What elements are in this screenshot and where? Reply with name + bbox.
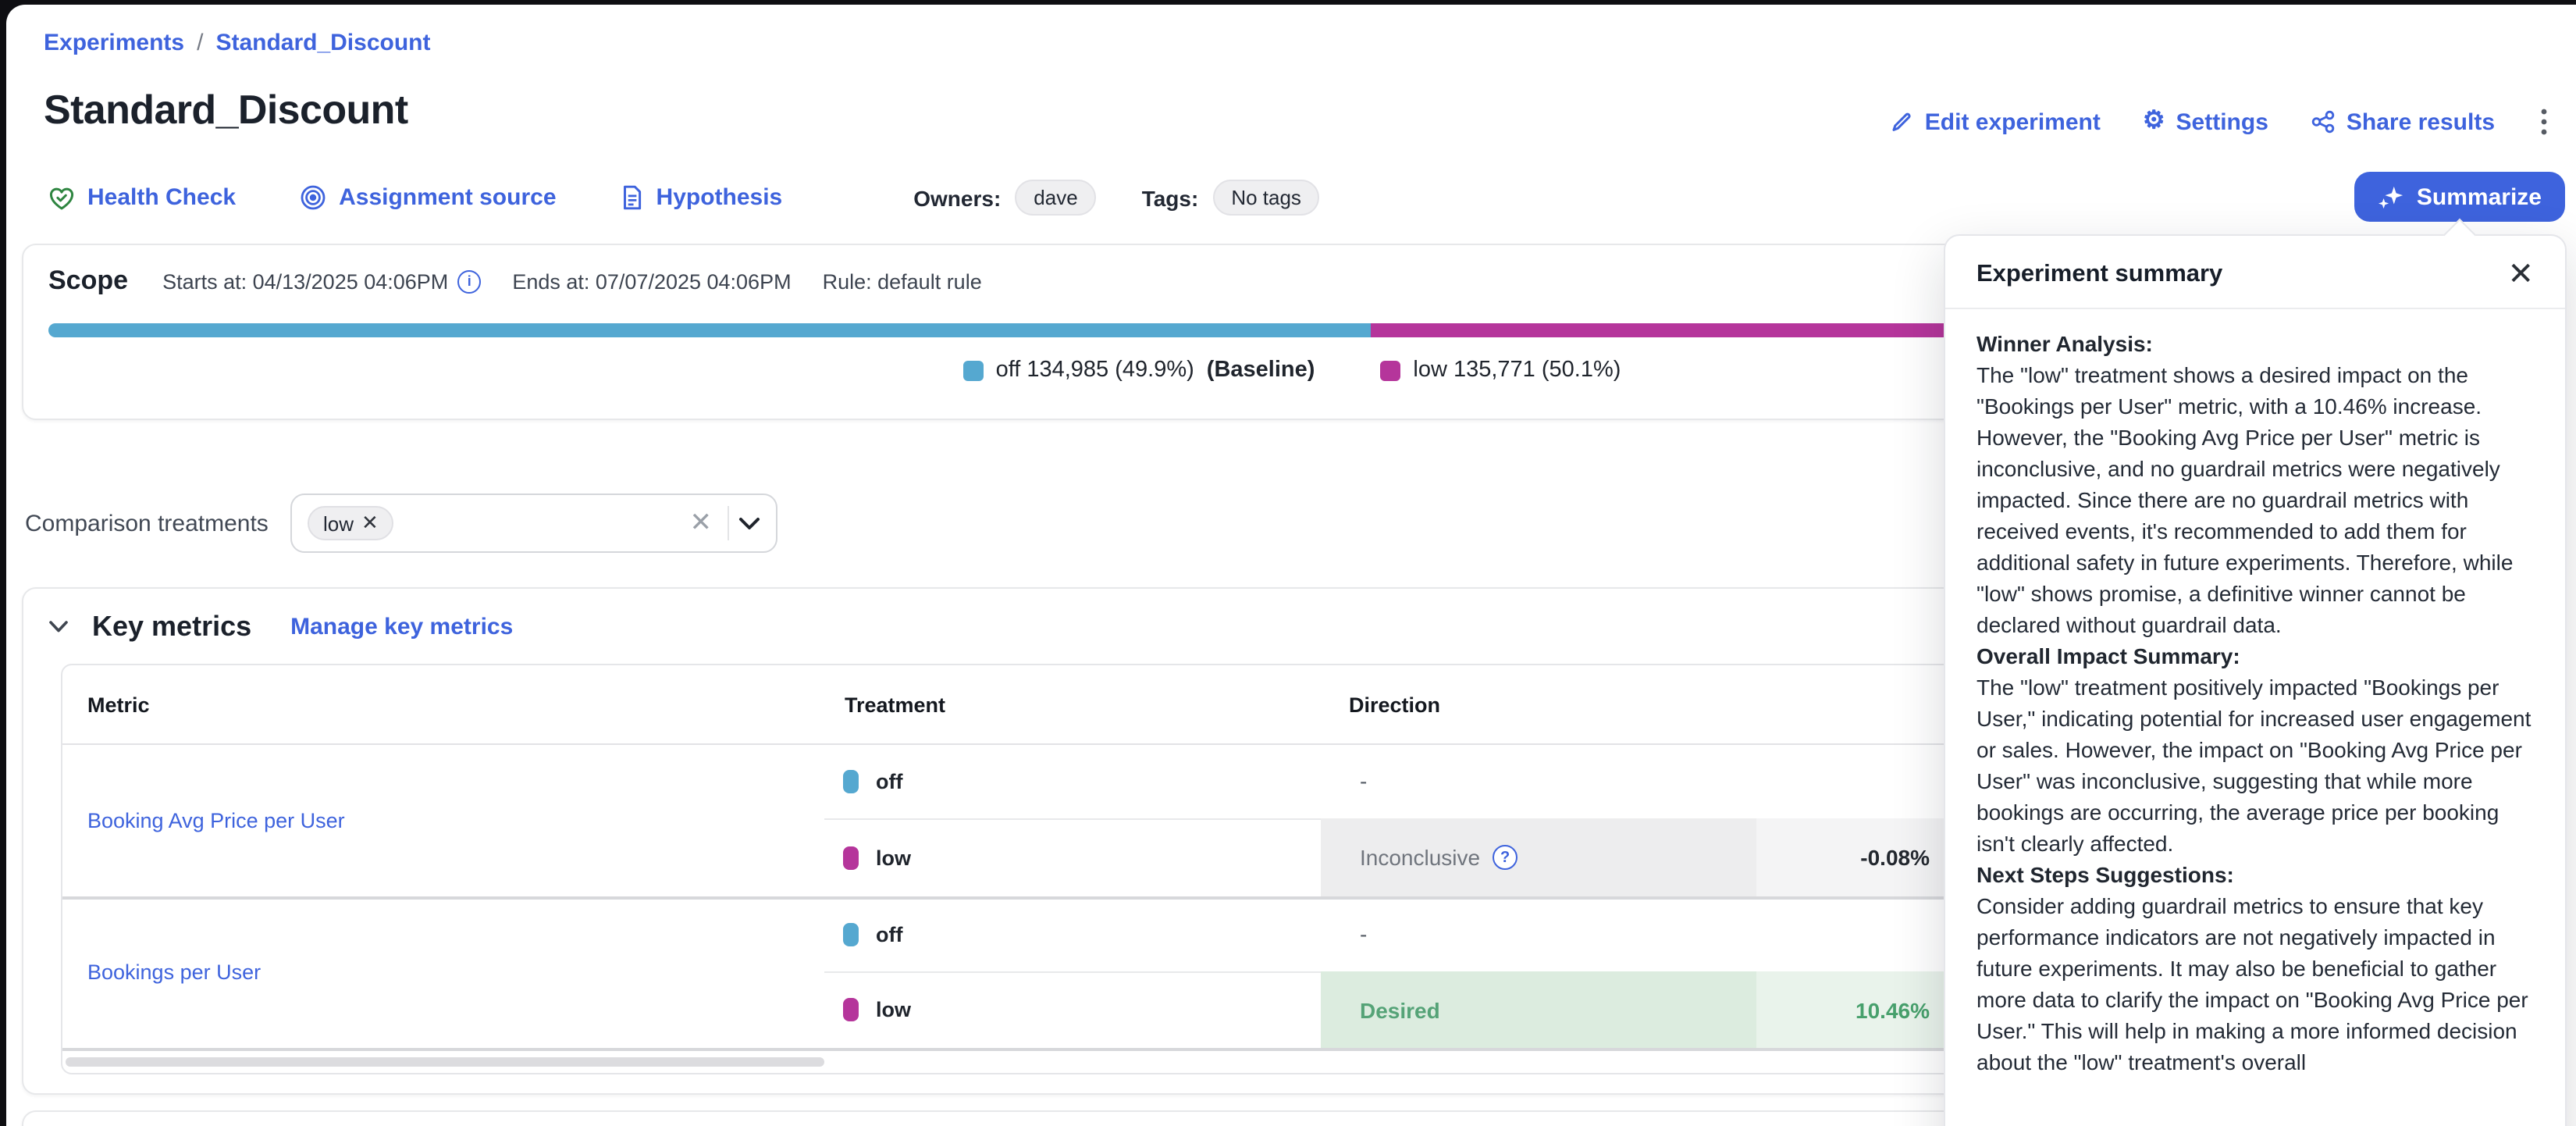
summary-section: Winner Analysis: The "low" treatment sho… — [1976, 328, 2534, 640]
column-header-treatment: Treatment — [845, 665, 945, 743]
owner-pill[interactable]: dave — [1015, 180, 1096, 216]
comparison-label: Comparison treatments — [25, 510, 290, 536]
split-segment-off — [48, 323, 1372, 337]
breadcrumb-separator: / — [197, 30, 203, 56]
experiment-summary-panel: Experiment summary ✕ Winner Analysis: Th… — [1944, 234, 2567, 1126]
scope-rule: Rule: default rule — [823, 269, 982, 293]
close-icon[interactable]: ✕ — [2507, 259, 2534, 290]
scope-title: Scope — [48, 265, 128, 297]
treatment-swatch-low — [843, 846, 859, 869]
lift-value: 10.46% — [1756, 971, 1944, 1048]
select-divider — [728, 506, 729, 540]
treatment-chip-low[interactable]: low ✕ — [308, 506, 394, 540]
owners-label: Owners: — [913, 185, 1001, 210]
summary-section: Overall Impact Summary: The "low" treatm… — [1976, 640, 2534, 859]
share-icon — [2311, 109, 2336, 134]
gear-icon: ⚙ — [2143, 109, 2165, 134]
lift-value: -0.08% — [1756, 818, 1944, 896]
summarize-button[interactable]: Summarize — [2354, 172, 2565, 222]
treatment-swatch-low — [843, 998, 859, 1021]
legend-item-low: low 135,771 (50.1%) — [1380, 358, 1621, 383]
horizontal-scrollbar[interactable] — [66, 1057, 824, 1067]
pencil-icon — [1889, 109, 1914, 134]
settings-button[interactable]: ⚙ Settings — [2143, 109, 2268, 135]
summary-text: Winner Analysis: The "low" treatment sho… — [1945, 309, 2565, 1096]
main-content: Experiments / Standard_Discount Standard… — [6, 5, 2576, 1126]
sparkles-icon — [2378, 184, 2404, 210]
health-check-link[interactable]: Health Check — [48, 184, 236, 211]
target-icon — [300, 184, 326, 211]
heart-check-icon — [48, 185, 75, 210]
panel-title: Experiment summary — [1976, 261, 2222, 289]
treatment-swatch-off — [843, 769, 859, 793]
meta-row: Health Check Assignment source Hypothesi… — [48, 180, 2311, 216]
breadcrumb: Experiments / Standard_Discount — [44, 30, 431, 56]
info-icon[interactable]: i — [457, 269, 481, 293]
metric-cell: Bookings per User — [62, 896, 824, 1048]
scope-ends: Ends at: 07/07/2025 04:06PM — [512, 269, 791, 293]
kebab-icon — [2540, 108, 2548, 136]
summary-section: Next Steps Suggestions: Consider adding … — [1976, 859, 2534, 1078]
scope-starts: Starts at: 04/13/2025 04:06PM i — [162, 269, 481, 293]
tags-pill[interactable]: No tags — [1212, 180, 1320, 216]
help-icon[interactable]: ? — [1493, 845, 1517, 870]
metric-link-booking-avg-price[interactable]: Booking Avg Price per User — [87, 808, 345, 832]
manage-key-metrics-link[interactable]: Manage key metrics — [290, 614, 513, 640]
off-swatch — [963, 360, 984, 380]
column-header-metric: Metric — [87, 665, 150, 743]
breadcrumb-current-link[interactable]: Standard_Discount — [215, 30, 430, 56]
assignment-source-link[interactable]: Assignment source — [300, 184, 556, 211]
tags-label: Tags: — [1142, 185, 1199, 210]
edit-experiment-button[interactable]: Edit experiment — [1889, 109, 2101, 135]
more-options-button[interactable] — [2537, 105, 2551, 139]
chip-remove-icon[interactable]: ✕ — [361, 511, 379, 536]
document-icon — [621, 184, 644, 211]
comparison-treatments-select[interactable]: low ✕ ✕ — [290, 494, 777, 553]
page-title: Standard_Discount — [44, 86, 408, 134]
breadcrumb-experiments-link[interactable]: Experiments — [44, 30, 184, 56]
app-window: Experiments / Standard_Discount Standard… — [0, 0, 2576, 1126]
select-chevron-down-icon[interactable] — [738, 516, 760, 530]
low-swatch — [1380, 360, 1400, 380]
metric-cell: Booking Avg Price per User — [62, 743, 824, 896]
tags-group: Tags: No tags — [1142, 180, 1320, 216]
header-actions: Edit experiment ⚙ Settings Share results — [1889, 105, 2551, 139]
hypothesis-link[interactable]: Hypothesis — [621, 184, 783, 211]
owners-group: Owners: dave — [913, 180, 1096, 216]
share-results-button[interactable]: Share results — [2311, 109, 2495, 135]
column-header-direction: Direction — [1349, 665, 1440, 743]
treatment-swatch-off — [843, 922, 859, 946]
select-clear-icon[interactable]: ✕ — [678, 508, 725, 539]
key-metrics-title[interactable]: Key metrics — [92, 611, 251, 643]
metric-link-bookings-per-user[interactable]: Bookings per User — [87, 960, 261, 984]
collapse-chevron-icon[interactable] — [48, 620, 69, 634]
legend-item-off: off 134,985 (49.9%) (Baseline) — [963, 358, 1315, 383]
